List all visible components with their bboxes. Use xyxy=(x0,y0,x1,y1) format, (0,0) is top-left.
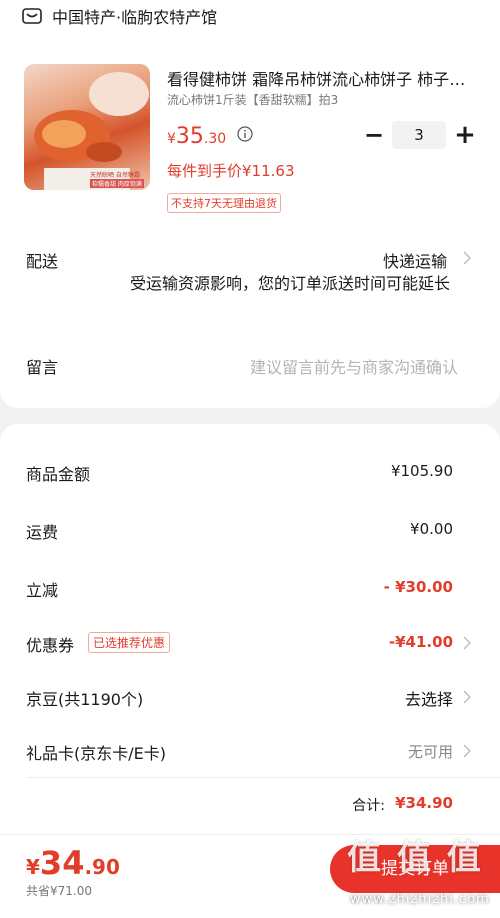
remark-input[interactable]: 建议留言前先与商家沟通确认 xyxy=(250,354,458,378)
divider xyxy=(26,777,500,778)
unit-price: 每件到手价¥11.63 xyxy=(167,162,295,180)
coupon-label: 优惠券 xyxy=(26,636,75,655)
jingdou-select[interactable]: 去选择 xyxy=(405,686,453,710)
chevron-right-icon[interactable] xyxy=(462,743,472,759)
total-label: 合计: xyxy=(352,798,385,814)
price-summary-card xyxy=(0,424,500,834)
quantity-input[interactable]: 3 xyxy=(392,121,446,149)
product-spec: 流心柿饼1斤装【香甜软糯】拍3 xyxy=(167,93,339,107)
giftcard-value[interactable]: 无可用 xyxy=(408,741,453,762)
info-icon[interactable] xyxy=(237,126,253,142)
coupon-value[interactable]: -¥41.00 xyxy=(389,633,453,651)
delivery-note: 受运输资源影响，您的订单派送时间可能延长 xyxy=(129,274,450,293)
saved-amount: 共省¥71.00 xyxy=(26,884,92,898)
quantity-increase-button[interactable]: + xyxy=(454,122,476,148)
no-return-tag: 不支持7天无理由退货 xyxy=(167,193,281,213)
discount-value: - ¥30.00 xyxy=(383,578,453,596)
total-value: ¥34.90 xyxy=(395,794,453,812)
goods-amount-value: ¥105.90 xyxy=(390,462,453,480)
bottom-total-price: ¥ 34 .90 xyxy=(26,844,120,882)
price-currency: ¥ xyxy=(167,131,176,147)
shop-name: 中国特产·临朐农特产馆 xyxy=(52,8,218,27)
quantity-decrease-button[interactable]: − xyxy=(364,123,384,147)
shipping-label: 运费 xyxy=(26,523,59,542)
chevron-right-icon[interactable] xyxy=(462,689,472,705)
delivery-method[interactable]: 快递运输 xyxy=(383,248,447,272)
product-image[interactable]: 天然晾晒 自然糖霜 软糯香甜 肉厚饱满 xyxy=(24,64,150,190)
shipping-value: ¥0.00 xyxy=(410,520,453,538)
coupon-badge: 已选推荐优惠 xyxy=(88,632,171,653)
product-image-caption: 天然晾晒 自然糖霜 xyxy=(90,172,140,179)
shop-icon xyxy=(22,8,42,24)
product-price: ¥ 35 .30 xyxy=(167,124,226,149)
chevron-right-icon[interactable] xyxy=(462,250,472,266)
bottom-price-integer: 34 xyxy=(39,844,85,882)
giftcard-label: 礼品卡(京东卡/E卡) xyxy=(26,744,166,763)
product-title[interactable]: 看得健柿饼 霜降吊柿饼流心柿饼子 柿子干农家特产 xyxy=(167,66,467,90)
bottom-price-decimal: .90 xyxy=(84,855,120,879)
product-image-caption: 软糯香甜 肉厚饱满 xyxy=(90,179,144,188)
price-decimal: .30 xyxy=(203,131,227,147)
discount-label: 立减 xyxy=(26,581,59,600)
submit-order-button[interactable]: 提交订单 xyxy=(330,845,500,893)
shop-header[interactable]: 中国特产·临朐农特产馆 xyxy=(22,5,217,27)
remark-label: 留言 xyxy=(26,358,59,377)
goods-amount-label: 商品金额 xyxy=(26,465,91,484)
chevron-right-icon[interactable] xyxy=(462,635,472,651)
price-integer: 35 xyxy=(175,124,204,149)
bottom-price-currency: ¥ xyxy=(26,855,40,879)
delivery-label: 配送 xyxy=(26,252,59,271)
jingdou-label: 京豆(共1190个) xyxy=(26,690,144,709)
